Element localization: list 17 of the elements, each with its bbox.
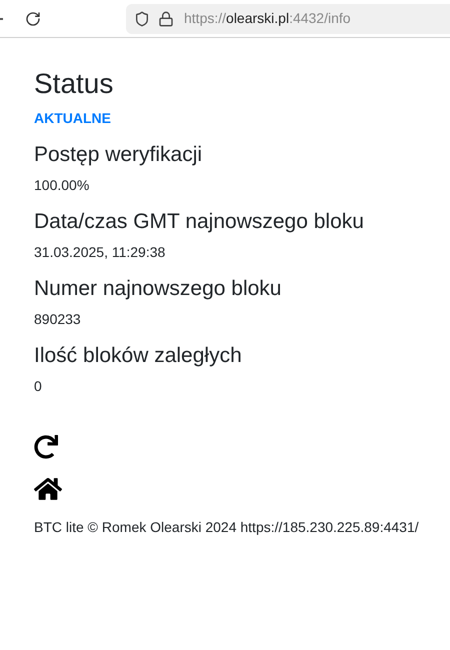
footer-text: BTC lite © Romek Olearski 2024 https://185.230.225.89:4431/ [34, 518, 416, 537]
status-label: AKTUALNE [34, 109, 112, 128]
page-title: Status [34, 67, 114, 101]
field-label: Numer najnowszego bloku [34, 276, 282, 302]
refresh-icon[interactable] [34, 435, 58, 459]
field-value: 890233 [34, 310, 82, 329]
lock-icon [158, 10, 174, 26]
field-label: Ilość bloków zaległych [34, 343, 243, 369]
field-value: 31.03.2025, 11:29:38 [34, 243, 166, 262]
address-bar[interactable]: https://olearski.pl:4432/info [126, 4, 450, 34]
field-value: 100.00% [34, 176, 90, 195]
field-label: Postęp weryfikacji [34, 142, 204, 168]
home-icon[interactable] [34, 475, 62, 503]
shield-icon [134, 10, 150, 26]
field-value: 0 [34, 377, 43, 396]
url-text: https://olearski.pl:4432/info [184, 9, 351, 28]
field-label: Data/czas GMT najnowszego bloku [34, 209, 365, 235]
